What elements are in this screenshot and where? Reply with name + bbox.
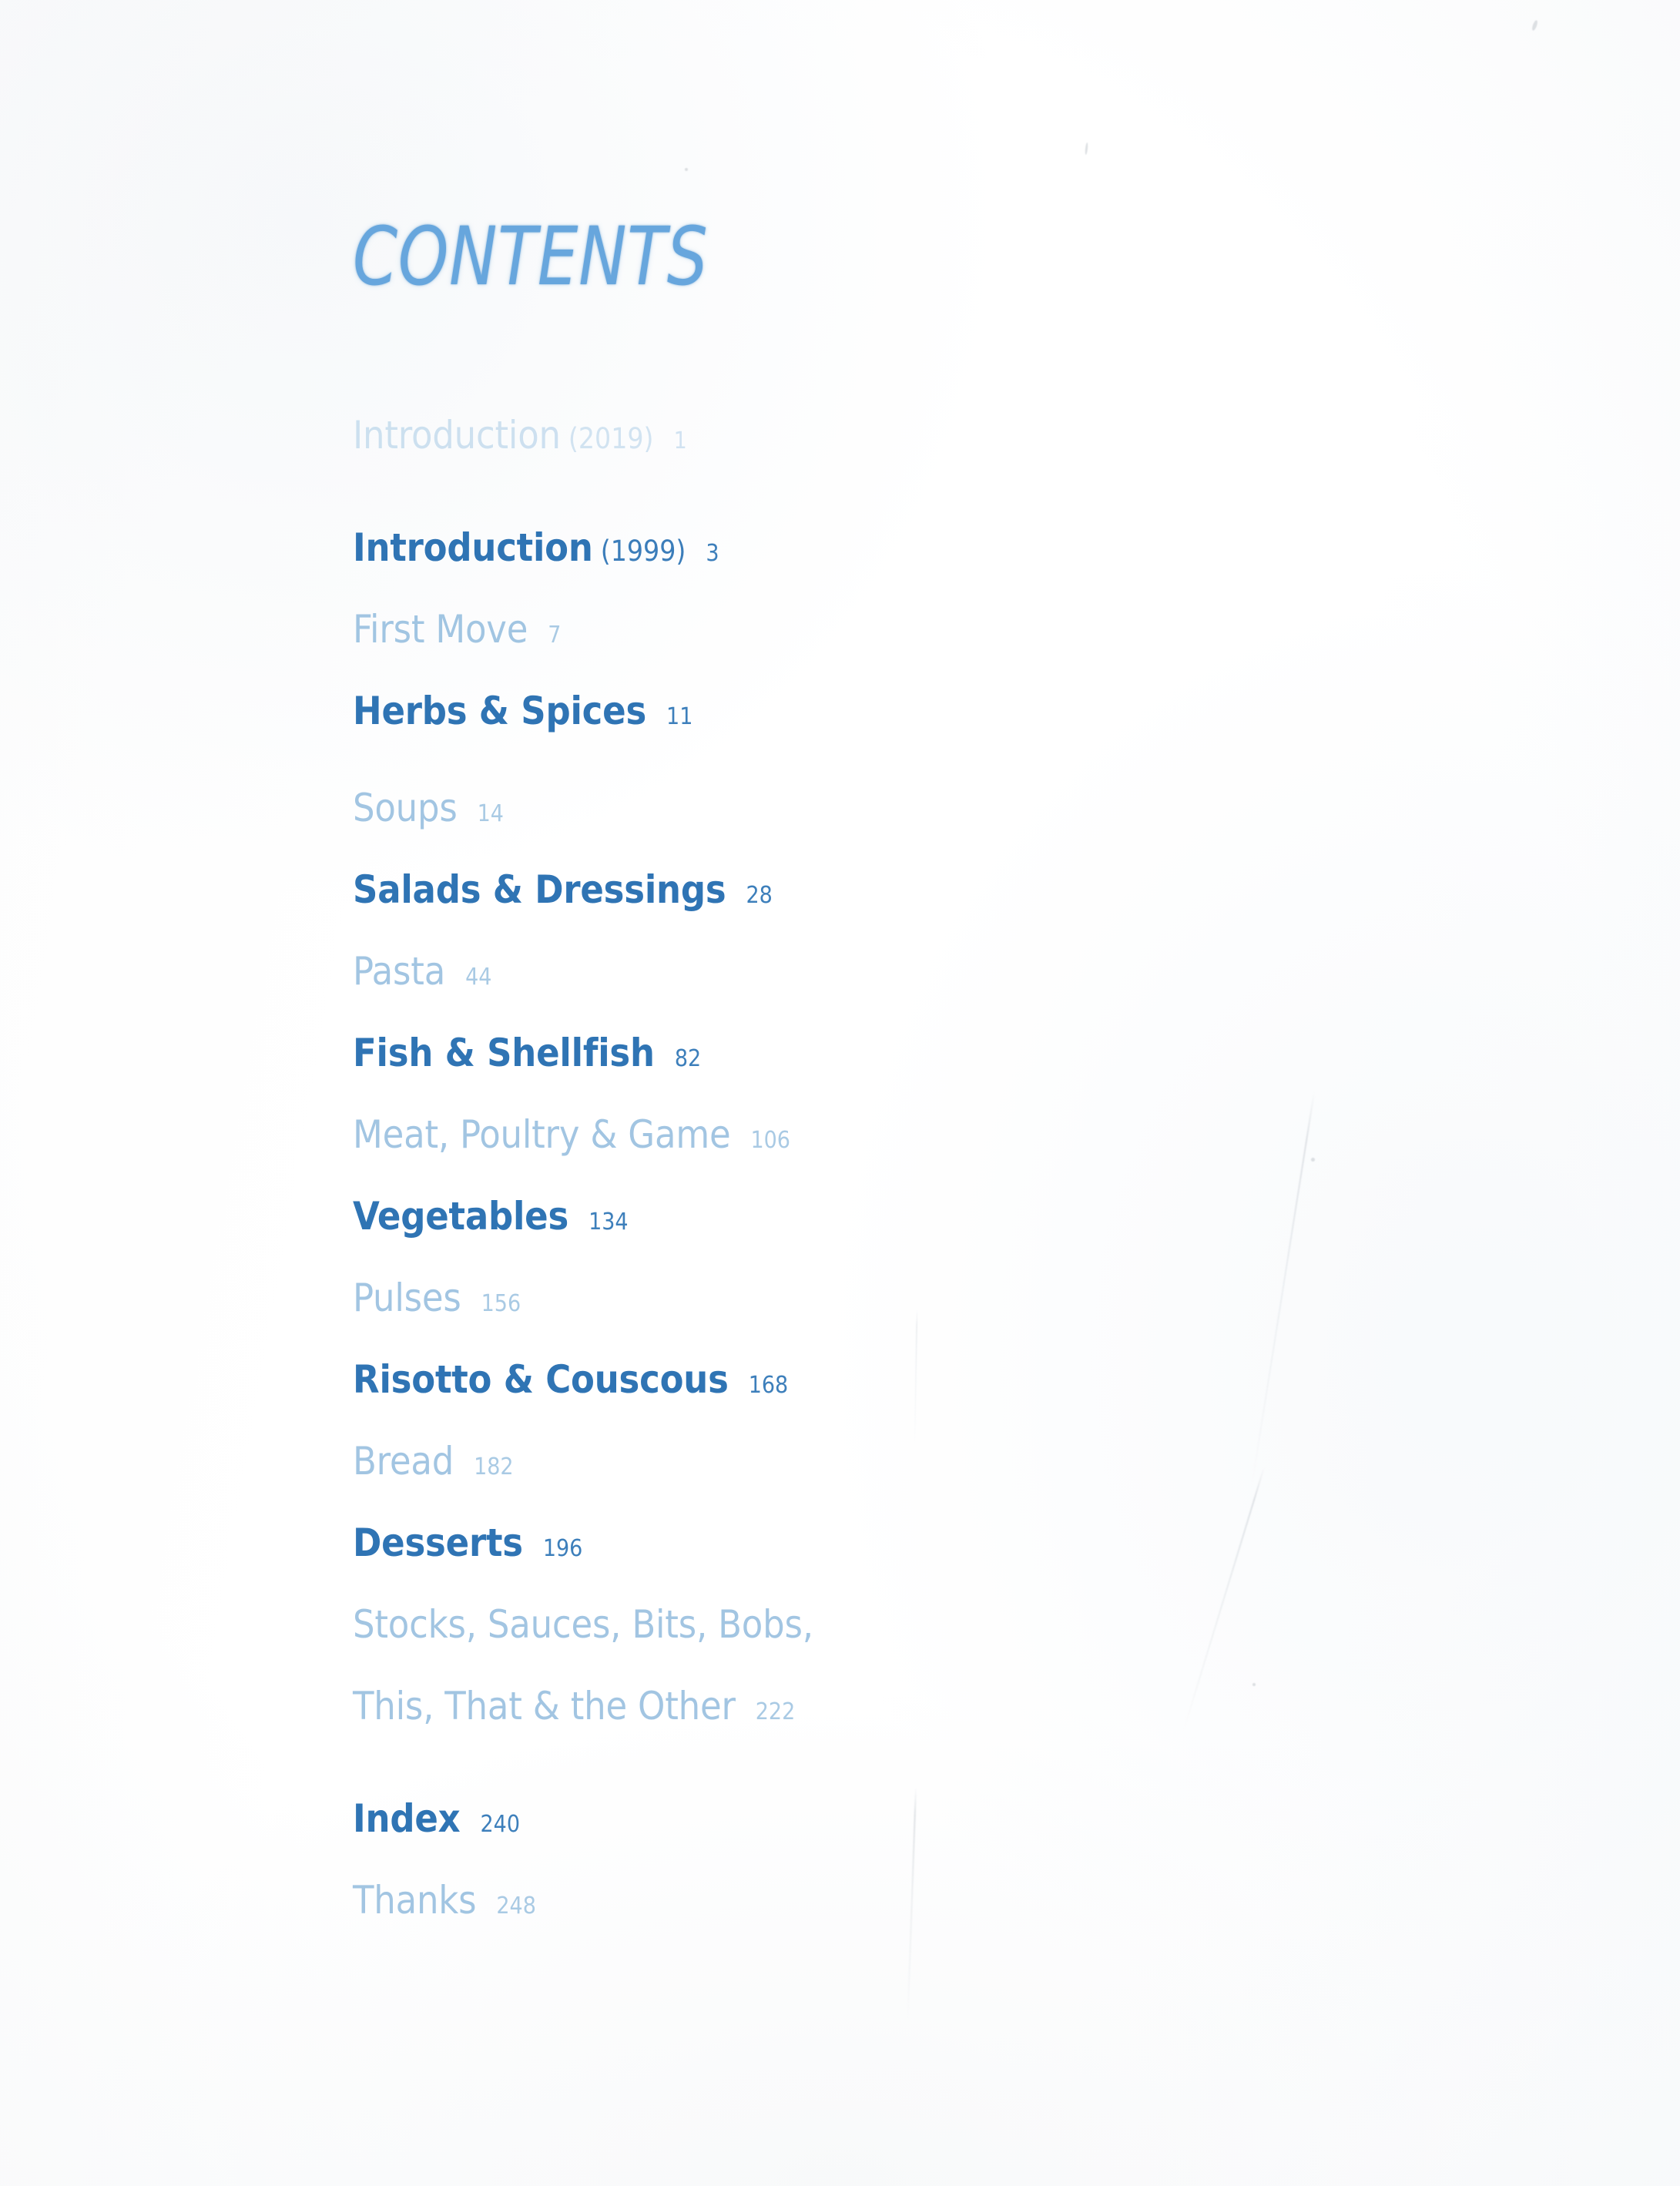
contents-entry[interactable]: Vegetables 134 bbox=[353, 1197, 1354, 1235]
contents-group: Introduction (1999) 3 First Move 7 Herbs & Sp… bbox=[353, 528, 1354, 730]
contents-entry-label: Vegetables bbox=[353, 1194, 569, 1239]
contents-entry-page-number: 134 bbox=[589, 1209, 629, 1235]
contents-entry[interactable]: Introduction (2019) 1 bbox=[353, 416, 1354, 454]
contents-entry-label: Desserts bbox=[353, 1520, 523, 1565]
contents-entry[interactable]: Meat, Poultry & Game 106 bbox=[353, 1115, 1354, 1154]
contents-entry[interactable]: This, That & the Other 222 bbox=[353, 1687, 1354, 1725]
contents-entry[interactable]: Salads & Dressings 28 bbox=[353, 870, 1354, 909]
contents-group: Introduction (2019) 1 bbox=[353, 416, 1354, 454]
contents-entry-page-number: 240 bbox=[480, 1811, 520, 1838]
contents-entry[interactable]: Pasta 44 bbox=[353, 952, 1354, 991]
contents-entry-page-number: 44 bbox=[465, 964, 492, 991]
page-content: CONTENTS Introduction (2019) 1 Introduction… bbox=[0, 0, 1680, 2186]
contents-entry[interactable]: Risotto & Couscous 168 bbox=[353, 1360, 1354, 1399]
contents-entry-label: Introduction bbox=[353, 413, 561, 458]
contents-entry-label: Meat, Poultry & Game bbox=[353, 1112, 731, 1157]
contents-entry-label: Index bbox=[353, 1796, 461, 1841]
contents-entry-page-number: 1 bbox=[673, 427, 687, 454]
contents-entry[interactable]: Fish & Shellfish 82 bbox=[353, 1034, 1354, 1072]
contents-entry-page-number: 28 bbox=[746, 882, 773, 909]
contents-entry[interactable]: Thanks 248 bbox=[353, 1881, 1354, 1919]
contents-entry-label: Salads & Dressings bbox=[353, 867, 726, 912]
contents-entry-label: Soups bbox=[353, 786, 458, 830]
contents-entry-page-number: 14 bbox=[477, 800, 504, 827]
contents-entry-label: Stocks, Sauces, Bits, Bobs, bbox=[353, 1602, 813, 1647]
contents-entry-label: Herbs & Spices bbox=[353, 689, 647, 733]
contents-page: CONTENTS Introduction (2019) 1 Introduction… bbox=[0, 0, 1680, 2186]
contents-entry-page-number: 168 bbox=[748, 1372, 789, 1399]
contents-entry[interactable]: First Move 7 bbox=[353, 610, 1354, 649]
table-of-contents-list: Introduction (2019) 1 Introduction (1999) 3 Fi… bbox=[353, 416, 1354, 1919]
contents-entry[interactable]: Pulses 156 bbox=[353, 1279, 1354, 1317]
contents-entry[interactable]: Herbs & Spices 11 bbox=[353, 692, 1354, 730]
contents-group: Soups 14 Salads & Dressings 28 Pasta 44 Fish &… bbox=[353, 789, 1354, 1725]
contents-entry-label: Pasta bbox=[353, 949, 446, 994]
contents-group: Index 240 Thanks 248 bbox=[353, 1799, 1354, 1919]
contents-entry-label: Thanks bbox=[353, 1878, 477, 1923]
contents-entry-label: Fish & Shellfish bbox=[353, 1031, 655, 1075]
contents-entry-year: (1999) bbox=[600, 535, 686, 568]
contents-entry[interactable]: Bread 182 bbox=[353, 1442, 1354, 1480]
contents-entry-page-number: 156 bbox=[481, 1290, 521, 1317]
contents-entry-page-number: 196 bbox=[542, 1535, 583, 1562]
contents-entry-label: This, That & the Other bbox=[353, 1684, 736, 1728]
contents-entry-page-number: 248 bbox=[496, 1893, 536, 1919]
contents-entry-page-number: 7 bbox=[548, 622, 562, 649]
contents-entry-label: First Move bbox=[353, 607, 528, 652]
contents-entry[interactable]: Index 240 bbox=[353, 1799, 1354, 1838]
contents-entry-year: (2019) bbox=[568, 422, 654, 455]
contents-entry-page-number: 182 bbox=[474, 1453, 514, 1480]
contents-entry[interactable]: Desserts 196 bbox=[353, 1524, 1354, 1562]
contents-entry-page-number: 3 bbox=[706, 540, 719, 567]
contents-entry-label: Pulses bbox=[353, 1276, 461, 1320]
contents-entry-label: Introduction bbox=[353, 525, 593, 570]
contents-entry[interactable]: Stocks, Sauces, Bits, Bobs, bbox=[353, 1605, 1354, 1644]
contents-entry-page-number: 222 bbox=[755, 1698, 796, 1725]
contents-entry-page-number: 82 bbox=[674, 1045, 702, 1072]
contents-entry[interactable]: Soups 14 bbox=[353, 789, 1354, 827]
contents-entry-label: Risotto & Couscous bbox=[353, 1357, 729, 1402]
contents-entry-page-number: 11 bbox=[666, 703, 693, 730]
contents-entry-label: Bread bbox=[353, 1439, 454, 1484]
contents-entry-page-number: 106 bbox=[750, 1127, 790, 1154]
page-title: CONTENTS bbox=[353, 210, 709, 303]
contents-entry[interactable]: Introduction (1999) 3 bbox=[353, 528, 1354, 567]
